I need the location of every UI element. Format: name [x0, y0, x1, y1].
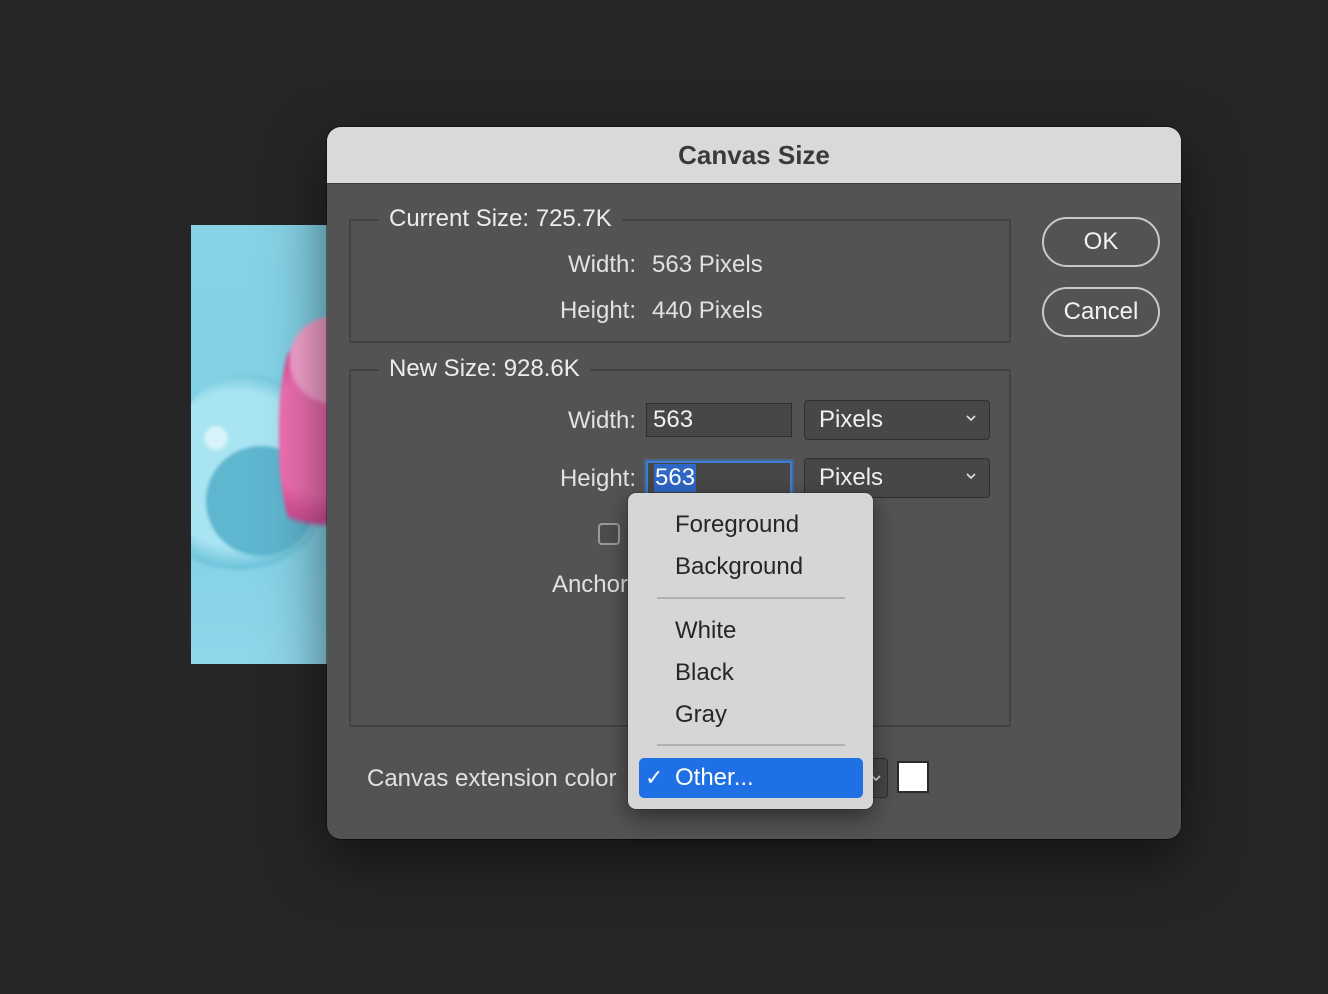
ok-button[interactable]: OK: [1042, 217, 1160, 267]
height-unit-select[interactable]: Pixels: [804, 458, 990, 498]
current-height-label: Height:: [559, 297, 636, 324]
height-input-value: 563: [654, 464, 697, 492]
width-unit-select[interactable]: Pixels: [804, 400, 990, 440]
chevron-down-icon: [965, 469, 977, 485]
current-size-legend: Current Size: 725.7K: [379, 205, 622, 233]
current-width-label: Width:: [567, 251, 636, 278]
menu-item-gray[interactable]: Gray: [639, 695, 863, 735]
document-image: [191, 225, 331, 664]
relative-checkbox[interactable]: [598, 523, 620, 545]
new-size-legend: New Size: 928.6K: [379, 355, 590, 383]
width-input[interactable]: 563: [646, 403, 792, 437]
new-width-label: Width:: [567, 407, 636, 434]
anchor-label: Anchor: [551, 571, 628, 598]
menu-item-foreground[interactable]: Foreground: [639, 505, 863, 545]
menu-item-background[interactable]: Background: [639, 547, 863, 587]
current-height-value: 440 Pixels: [652, 297, 763, 324]
height-unit-value: Pixels: [819, 464, 884, 491]
cancel-button[interactable]: Cancel: [1042, 287, 1160, 337]
current-width-value: 563 Pixels: [652, 251, 763, 278]
height-input[interactable]: 563: [646, 461, 792, 495]
dialog-title: Canvas Size: [327, 127, 1181, 184]
menu-separator: [657, 744, 845, 746]
chevron-down-icon: [965, 411, 977, 427]
checkmark-icon: ✓: [645, 765, 664, 790]
width-unit-value: Pixels: [819, 406, 884, 433]
menu-item-black[interactable]: Black: [639, 653, 863, 693]
menu-item-other[interactable]: ✓ Other...: [639, 758, 863, 798]
menu-item-white[interactable]: White: [639, 611, 863, 651]
canvas-extension-swatch[interactable]: [897, 761, 929, 793]
width-input-value: 563: [653, 406, 694, 433]
menu-item-other-label: Other...: [675, 764, 754, 791]
canvas-extension-label: Canvas extension color: [367, 765, 617, 792]
new-height-label: Height:: [559, 465, 636, 492]
canvas-extension-menu: Foreground Background White Black Gray ✓…: [628, 493, 873, 809]
menu-separator: [657, 597, 845, 599]
